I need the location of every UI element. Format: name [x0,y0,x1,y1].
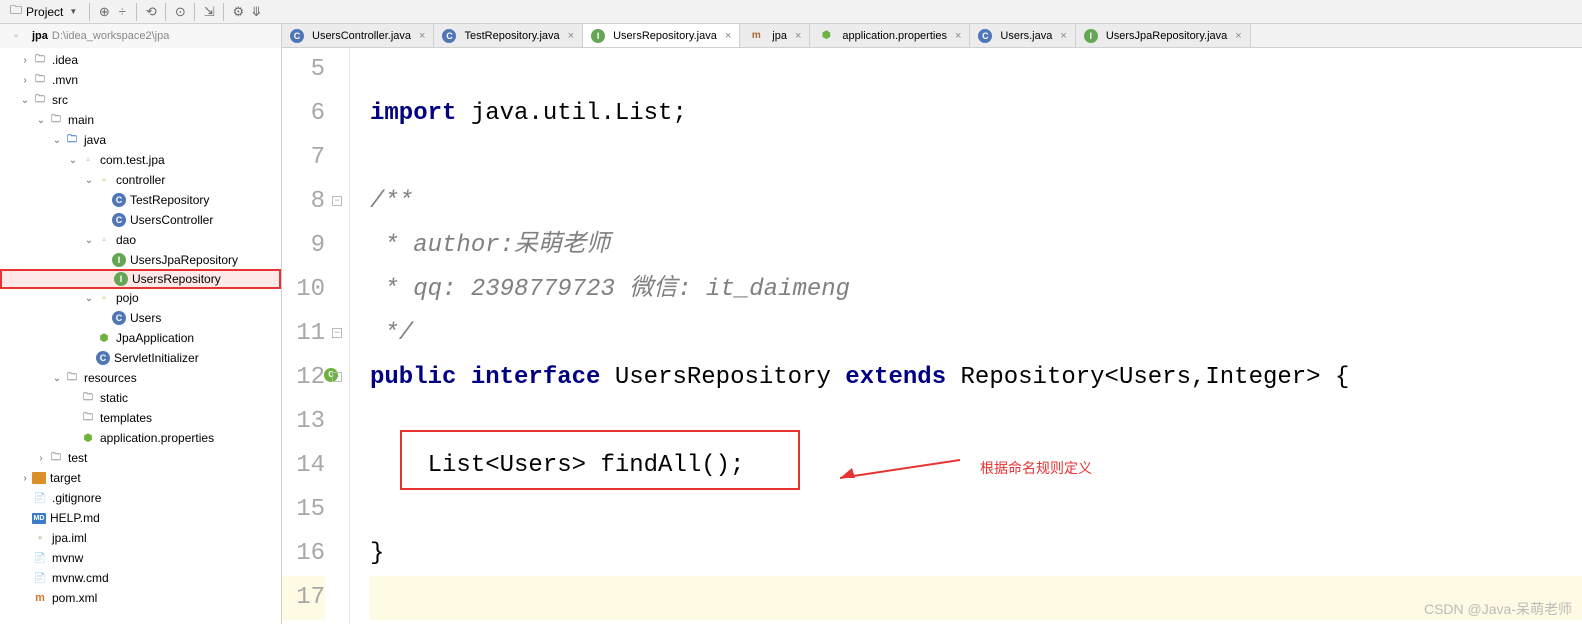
close-icon[interactable]: × [419,30,425,42]
back-icon[interactable]: ⟲ [143,4,159,20]
class-icon: C [442,29,456,43]
code-editor[interactable]: 5 6 7 8 9 10 11 12 13 14 15 16 17 C − − … [282,48,1582,624]
tab-userscontroller[interactable]: CUsersController.java× [282,24,434,47]
tree-node-idea[interactable]: ›🗀.idea [0,50,281,70]
tree-node-testrepo[interactable]: CTestRepository [0,190,281,210]
tree-node-help[interactable]: MDHELP.md [0,508,281,528]
tree-node-appprops[interactable]: ⬢application.properties [0,428,281,448]
breadcrumb-path: D:\idea_workspace2\jpa [52,30,169,42]
close-icon[interactable]: × [955,30,961,42]
tree-node-jpaiml[interactable]: ▫jpa.iml [0,528,281,548]
tree-node-target[interactable]: ›target [0,468,281,488]
project-toolbar: 🗀 Project ⊕ ÷ ⟲ ⊙ ⇲ ⚙ ⤋ [0,0,1582,24]
tree-node-templates[interactable]: 🗀templates [0,408,281,428]
separator [136,3,137,21]
tree-node-jpaapp[interactable]: ⬢JpaApplication [0,328,281,348]
interface-icon: I [1084,29,1098,43]
watermark: CSDN @Java-呆萌老师 [1424,599,1572,619]
tree-node-resources[interactable]: ⌄🗀resources [0,368,281,388]
breadcrumb-root: jpa [32,30,48,42]
separator [165,3,166,21]
tree-node-users[interactable]: CUsers [0,308,281,328]
project-tree: ›🗀.idea ›🗀.mvn ⌄🗀src ⌄🗀main ⌄🗀java ⌄▫com… [0,48,281,610]
tree-node-usersrepo[interactable]: IUsersRepository [0,269,281,289]
annotation-box [400,430,800,490]
gear-icon[interactable]: ⚙ [230,4,246,20]
tab-testrepo[interactable]: CTestRepository.java× [434,24,583,47]
separator [223,3,224,21]
fold-icon[interactable]: − [332,328,342,338]
tree-node-static[interactable]: 🗀static [0,388,281,408]
tree-node-mvn[interactable]: ›🗀.mvn [0,70,281,90]
editor-area: CUsersController.java× CTestRepository.j… [282,24,1582,624]
fold-icon[interactable]: − [332,196,342,206]
tree-node-main[interactable]: ⌄🗀main [0,110,281,130]
annotation-arrow [830,456,970,486]
annotation-text: 根据命名规则定义 [980,448,1092,492]
separator [194,3,195,21]
tree-node-gitignore[interactable]: 📄.gitignore [0,488,281,508]
project-dropdown[interactable]: 🗀 Project [4,1,83,22]
tree-node-controller[interactable]: ⌄▫controller [0,170,281,190]
separator [89,3,90,21]
tree-node-test[interactable]: ›🗀test [0,448,281,468]
target-icon[interactable]: ⊙ [172,4,188,20]
tree-node-userscontroller[interactable]: CUsersController [0,210,281,230]
expand-icon[interactable]: ⇲ [201,4,217,20]
divide-icon[interactable]: ÷ [114,4,130,20]
project-tree-panel: ▫ jpa D:\idea_workspace2\jpa ›🗀.idea ›🗀.… [0,24,282,624]
tree-node-java[interactable]: ⌄🗀java [0,130,281,150]
editor-tabs: CUsersController.java× CTestRepository.j… [282,24,1582,48]
breadcrumb: ▫ jpa D:\idea_workspace2\jpa [0,24,281,48]
tab-usersrepo[interactable]: IUsersRepository.java× [583,24,740,47]
close-icon[interactable]: × [725,30,731,42]
tab-appprops[interactable]: ⬢application.properties× [810,24,970,47]
tree-node-servletinit[interactable]: CServletInitializer [0,348,281,368]
tab-jpa[interactable]: mjpa× [740,24,810,47]
code-body[interactable]: import java.util.List; /** * author:呆萌老师… [350,48,1582,624]
module-icon: ▫ [8,28,24,44]
tree-node-src[interactable]: ⌄🗀src [0,90,281,110]
close-icon[interactable]: × [795,30,801,42]
close-icon[interactable]: × [568,30,574,42]
tree-node-pojo[interactable]: ⌄▫pojo [0,288,281,308]
tree-node-usersjparepo[interactable]: IUsersJpaRepository [0,250,281,270]
tree-node-pom[interactable]: mpom.xml [0,588,281,608]
project-label: Project [26,5,63,19]
spring-icon: ⬢ [818,28,834,44]
tree-node-mvnwcmd[interactable]: 📄mvnw.cmd [0,568,281,588]
interface-icon: I [591,29,605,43]
collapse-all-icon[interactable]: ⤋ [248,4,264,20]
tree-node-dao[interactable]: ⌄▫dao [0,230,281,250]
collapse-icon[interactable]: ⊕ [96,4,112,20]
tab-users[interactable]: CUsers.java× [970,24,1075,47]
tab-usersjparepo[interactable]: IUsersJpaRepository.java× [1076,24,1251,47]
fold-icon[interactable]: − [332,372,342,382]
tree-node-mvnw[interactable]: 📄mvnw [0,548,281,568]
line-gutter: 5 6 7 8 9 10 11 12 13 14 15 16 17 C − − … [282,48,350,624]
tree-node-pkg[interactable]: ⌄▫com.test.jpa [0,150,281,170]
close-icon[interactable]: × [1060,30,1066,42]
close-icon[interactable]: × [1235,30,1241,42]
class-icon: C [978,29,992,43]
folder-icon: 🗀 [10,1,22,22]
maven-icon: m [748,28,764,44]
class-icon: C [290,29,304,43]
